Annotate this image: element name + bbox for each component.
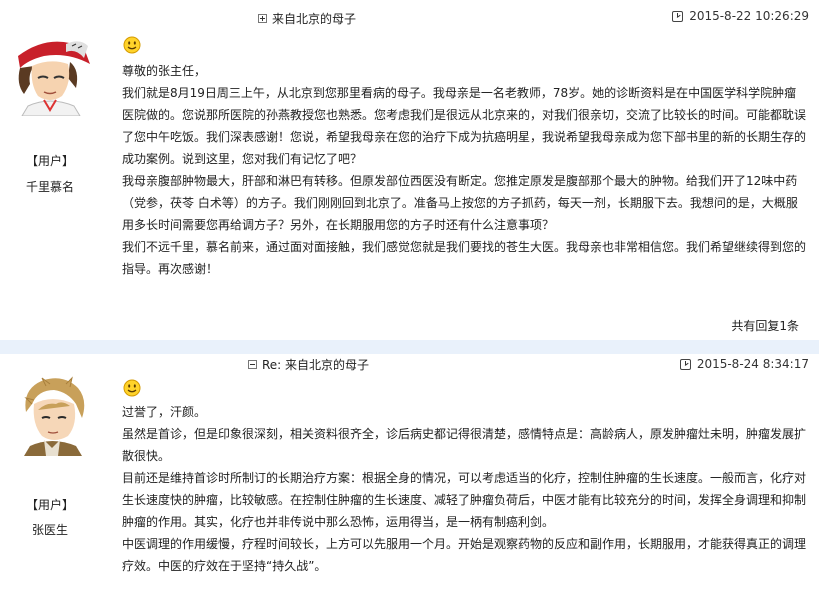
reply-count: 共有回复1条 bbox=[731, 319, 799, 333]
smiley-icon bbox=[123, 36, 141, 54]
paragraph: 我母亲腹部肿物最大，肝部和淋巴有转移。但原发部位西医没有断定。您推定原发是腹部那… bbox=[122, 174, 798, 232]
post-timestamp: 2015-8-24 8:34:17 bbox=[696, 357, 809, 371]
collapse-icon[interactable] bbox=[248, 359, 257, 369]
paragraph: 目前还是维持首诊时所制订的长期治疗方案：根据全身的情况，可以考虑适当的化疗，控制… bbox=[122, 471, 807, 529]
smiley-icon bbox=[123, 379, 141, 397]
post-timestamp-row: 2015-8-24 8:34:17 bbox=[679, 354, 809, 374]
author-name[interactable]: 千里慕名 bbox=[0, 178, 100, 195]
author-role: 【用户】 bbox=[25, 498, 74, 512]
author-name[interactable]: 张医生 bbox=[0, 521, 100, 538]
post-original: 来自北京的母子 2015-8-22 10:26:29 【用户】 千里慕名 尊敬的… bbox=[0, 0, 819, 340]
post-title[interactable]: 来自北京的母子 bbox=[272, 10, 356, 27]
divider bbox=[0, 340, 819, 354]
clock-icon bbox=[679, 358, 691, 370]
avatar bbox=[12, 374, 94, 456]
paragraph: 我们不远千里，慕名前来，通过面对面接触，我们感觉您就是我们要找的苍生大医。我母亲… bbox=[122, 240, 807, 276]
paragraph: 尊敬的张主任， bbox=[122, 64, 207, 78]
clock-icon bbox=[672, 10, 684, 22]
author-role: 【用户】 bbox=[25, 154, 74, 168]
post-title-row[interactable]: 来自北京的母子 bbox=[258, 8, 356, 28]
post-timestamp-row: 2015-8-22 10:26:29 bbox=[672, 9, 809, 23]
paragraph: 过誉了，汗颜。 bbox=[122, 405, 207, 419]
post-reply: Re: 来自北京的母子 2015-8-24 8:34:17 【用户】 张医生 过… bbox=[0, 354, 819, 612]
post-title[interactable]: Re: 来自北京的母子 bbox=[262, 356, 369, 373]
post-content: 过誉了，汗颜。 虽然是首诊，但是印象很深刻，相关资料很齐全，诊后病史都记得很清楚… bbox=[122, 401, 807, 577]
paragraph: 虽然是首诊，但是印象很深刻，相关资料很齐全，诊后病史都记得很清楚，感情特点是：高… bbox=[122, 427, 807, 463]
post-content: 尊敬的张主任， 我们就是8月19日周三上午，从北京到您那里看病的母子。我母亲是一… bbox=[122, 60, 807, 280]
avatar bbox=[10, 34, 92, 116]
expand-icon[interactable] bbox=[258, 13, 267, 23]
paragraph: 中医调理的作用缓慢，疗程时间较长，上方可以先服用一个月。开始是观察药物的反应和副… bbox=[122, 537, 807, 573]
post-timestamp: 2015-8-22 10:26:29 bbox=[689, 9, 809, 23]
post-title-row[interactable]: Re: 来自北京的母子 bbox=[248, 354, 369, 374]
paragraph: 我们就是8月19日周三上午，从北京到您那里看病的母子。我母亲是一名老教师，78岁… bbox=[122, 86, 807, 166]
